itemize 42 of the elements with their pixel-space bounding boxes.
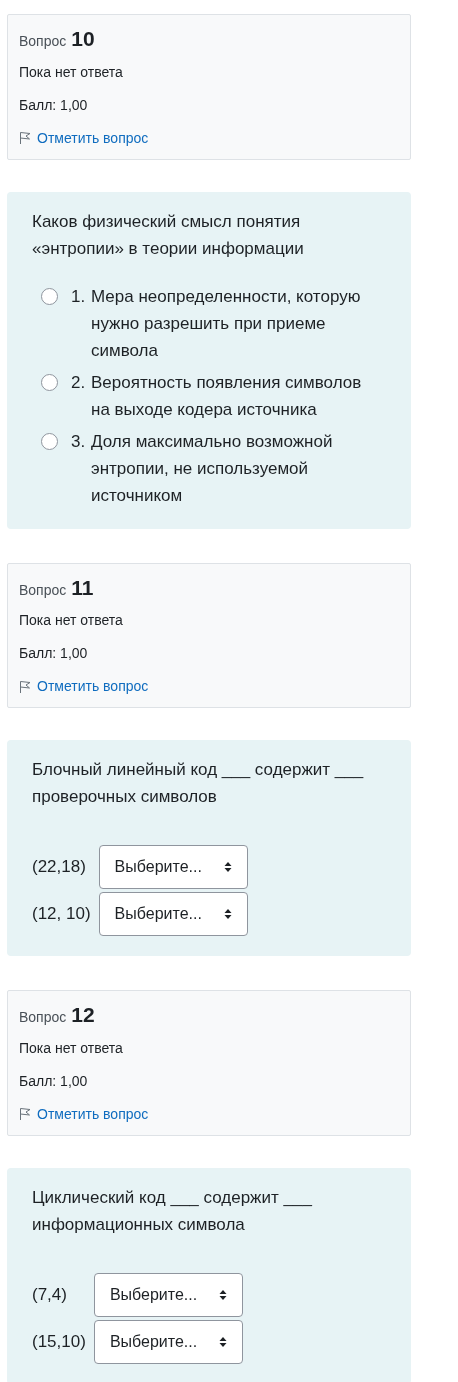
row-label: (12, 10) [32,903,91,926]
grade-text: Балл: 1,00 [19,644,89,663]
dropdown[interactable]: Выберите... [98,892,248,936]
answer-status: Пока нет ответа [19,611,124,630]
question-text: Циклический код ___ содержит ___ информационных символа [32,1186,313,1236]
option-number: 1. [71,285,87,308]
grade-text: Балл: 1,00 [19,95,89,115]
question-number: 11 [71,574,94,601]
row-label: (7,4) [32,1283,68,1306]
question-number: 10 [71,26,95,52]
question-number: 12 [71,1002,95,1028]
option-text: Мера неопределенности, которую нужно разрешить при приеме символа [91,285,362,362]
question-label: Вопрос [19,1008,67,1027]
sort-caret-icon [218,1335,227,1348]
flag-icon [19,679,31,694]
dropdown[interactable]: Выберите... [98,845,248,889]
dropdown[interactable]: Выберите... [93,1319,243,1364]
radio-button[interactable] [41,373,58,391]
radio-button[interactable] [41,287,58,305]
flag-question-link[interactable]: Отметить вопрос [19,127,399,149]
sort-caret-icon [223,908,232,920]
option-number: 2. [71,371,87,394]
option-text: Доля максимально возможной энтропии, не используемой источником [91,430,334,507]
question-text: Каков физический смысл понятия «энтропии» в теории информации [32,210,305,260]
question-text: Блочный линейный код ___ содержит ___ проверочных символов [32,759,365,808]
flag-question-link[interactable]: Отметить вопрос [19,1103,399,1125]
question-label: Вопрос [19,580,67,600]
option-text: Вероятность появления символов на выходе кодера источника [91,371,363,421]
answer-status: Пока нет ответа [19,1038,124,1058]
dropdown[interactable]: Выберите... [93,1272,243,1317]
row-label: (22,18) [32,856,87,879]
answer-status: Пока нет ответа [19,62,124,82]
flag-icon [19,131,31,145]
flag-icon [19,1107,31,1121]
sort-caret-icon [223,861,232,873]
question-label: Вопрос [19,32,67,51]
flag-question-link[interactable]: Отметить вопрос [19,676,399,697]
sort-caret-icon [218,1288,227,1301]
row-label: (15,10) [32,1330,86,1353]
radio-button[interactable] [41,432,58,450]
option-number: 3. [71,430,87,453]
grade-text: Балл: 1,00 [19,1071,89,1091]
